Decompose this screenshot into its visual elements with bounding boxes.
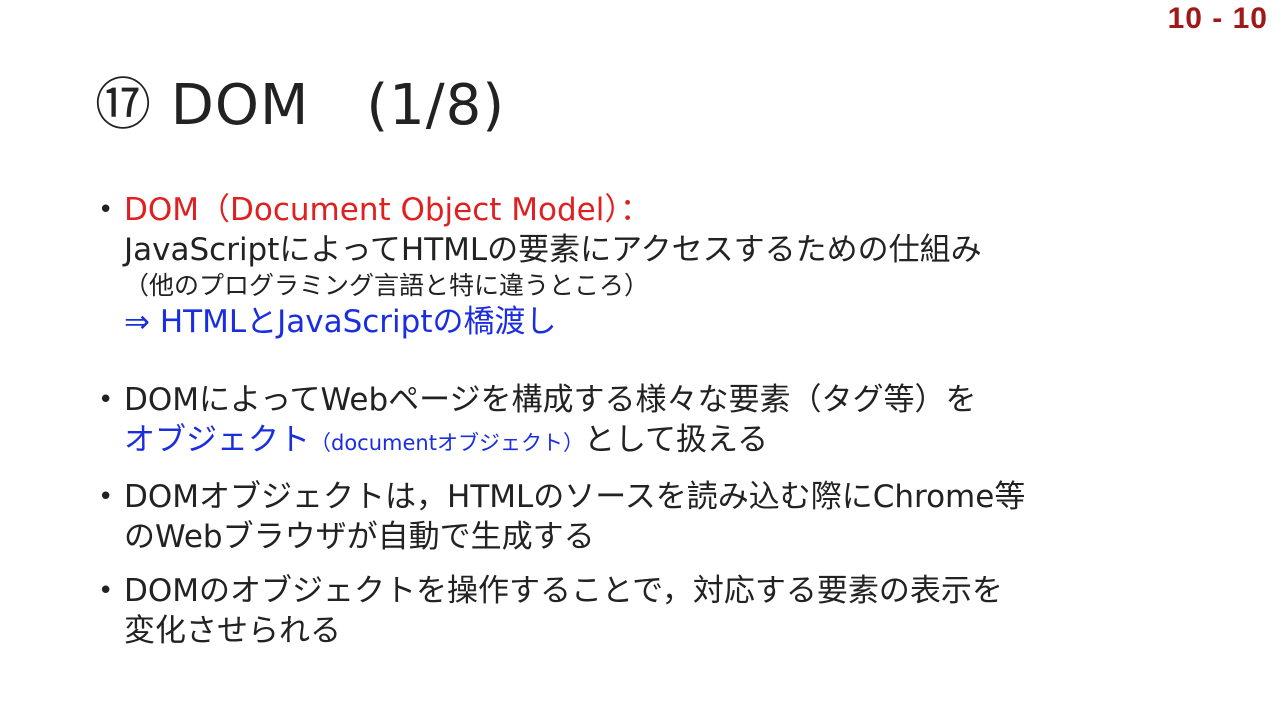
bullet-dom-generation: DOMオブジェクトは，HTMLのソースを読み込む際にChrome等 のWebブラ… <box>98 477 1248 557</box>
dom-definition-heading: DOM（Document Object Model）： <box>124 192 651 228</box>
dom-manipulation-line1: DOMのオブジェクトを操作することで，対応する要素の表示を <box>124 573 1003 609</box>
dom-objects-line2: オブジェクト（documentオブジェクト）として扱える <box>124 420 1248 463</box>
slide-title: ⑰ DOM (1/8) <box>95 73 506 138</box>
dom-definition-text: JavaScriptによってHTMLの要素にアクセスするための仕組み <box>124 232 982 268</box>
dom-definition-note: （他のプログラミング言語と特に違うところ） <box>124 271 650 300</box>
dom-manipulation-line2: 変化させられる <box>124 613 341 649</box>
dom-objects-text: DOMによってWebページを構成する様々な要素（タグ等）を <box>124 382 977 418</box>
bullet-dom-objects: DOMによってWebページを構成する様々な要素（タグ等）を オブジェクト（doc… <box>98 380 1248 463</box>
dom-definition-bridge: ⇒ HTMLとJavaScriptの橋渡し <box>124 304 557 340</box>
bullet-dom-manipulation: DOMのオブジェクトを操作することで，対応する要素の表示を 変化させられる <box>98 571 1248 651</box>
object-term: オブジェクト <box>124 422 310 458</box>
page-number: 10 - 10 <box>1167 2 1268 35</box>
dom-objects-rest: として扱える <box>583 422 769 458</box>
dom-generation-line2: のWebブラウザが自動で生成する <box>124 519 595 555</box>
dom-generation-line1: DOMオブジェクトは，HTMLのソースを読み込む際にChrome等 <box>124 479 1026 515</box>
bullet-dom-definition: DOM（Document Object Model）： JavaScriptによ… <box>98 190 1248 342</box>
bullet-list: DOM（Document Object Model）： JavaScriptによ… <box>98 190 1248 651</box>
document-object-note: （documentオブジェクト） <box>310 431 584 455</box>
